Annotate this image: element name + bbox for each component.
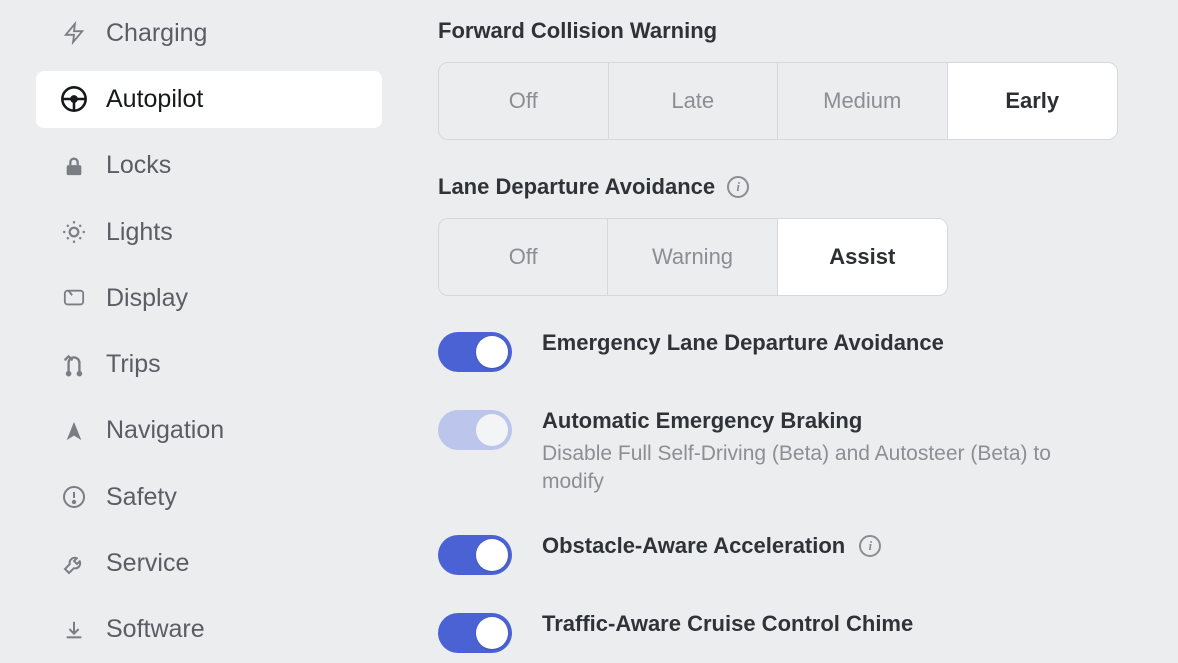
- fcw-option-late[interactable]: Late: [609, 63, 779, 139]
- oaa-toggle[interactable]: [438, 535, 512, 575]
- tacc-toggle[interactable]: [438, 613, 512, 653]
- aeb-row: Automatic Emergency Braking Disable Full…: [438, 408, 1118, 497]
- oaa-title: Obstacle-Aware Acceleration: [542, 533, 845, 559]
- sidebar-item-label: Navigation: [106, 416, 224, 445]
- lda-segmented: Off Warning Assist: [438, 218, 948, 296]
- main-panel: Forward Collision Warning Off Late Mediu…: [400, 0, 1178, 663]
- aeb-toggle: [438, 410, 512, 450]
- fcw-title: Forward Collision Warning: [438, 18, 717, 44]
- elda-row: Emergency Lane Departure Avoidance: [438, 330, 1118, 372]
- sidebar-item-label: Locks: [106, 151, 171, 180]
- sidebar-item-label: Service: [106, 549, 189, 578]
- lda-option-warning[interactable]: Warning: [608, 219, 777, 295]
- lda-option-off[interactable]: Off: [439, 219, 608, 295]
- sidebar-item-label: Display: [106, 284, 188, 313]
- sidebar-item-safety[interactable]: Safety: [36, 469, 382, 525]
- fcw-option-early[interactable]: Early: [948, 63, 1118, 139]
- bulb-icon: [58, 219, 90, 245]
- lda-section: Lane Departure Avoidance i Off Warning A…: [438, 174, 1118, 296]
- sidebar-item-lights[interactable]: Lights: [36, 204, 382, 260]
- tacc-row: Traffic-Aware Cruise Control Chime: [438, 611, 1118, 653]
- info-icon[interactable]: i: [727, 176, 749, 198]
- lda-option-assist[interactable]: Assist: [778, 219, 947, 295]
- display-icon: [58, 287, 90, 309]
- sidebar-item-autopilot[interactable]: Autopilot: [36, 71, 382, 127]
- sidebar-item-navigation[interactable]: Navigation: [36, 403, 382, 459]
- fcw-option-off[interactable]: Off: [439, 63, 609, 139]
- wrench-icon: [58, 552, 90, 576]
- sidebar-item-label: Safety: [106, 483, 177, 512]
- fcw-segmented: Off Late Medium Early: [438, 62, 1118, 140]
- oaa-row: Obstacle-Aware Acceleration i: [438, 533, 1118, 575]
- elda-toggle[interactable]: [438, 332, 512, 372]
- info-icon[interactable]: i: [859, 535, 881, 557]
- elda-title: Emergency Lane Departure Avoidance: [542, 330, 944, 356]
- steering-icon: [58, 85, 90, 113]
- sidebar-item-label: Lights: [106, 218, 173, 247]
- app-root: Charging Autopilot Locks Lights Display: [0, 0, 1178, 663]
- download-icon: [58, 618, 90, 642]
- aeb-subtitle: Disable Full Self-Driving (Beta) and Aut…: [542, 440, 1082, 497]
- sidebar-item-charging[interactable]: Charging: [36, 5, 382, 61]
- fcw-option-medium[interactable]: Medium: [778, 63, 948, 139]
- sidebar-item-label: Software: [106, 615, 205, 644]
- lock-icon: [58, 154, 90, 178]
- lda-title: Lane Departure Avoidance: [438, 174, 715, 200]
- tacc-title: Traffic-Aware Cruise Control Chime: [542, 611, 913, 637]
- aeb-title: Automatic Emergency Braking: [542, 408, 862, 434]
- route-icon: [58, 352, 90, 378]
- fcw-section: Forward Collision Warning Off Late Mediu…: [438, 18, 1118, 140]
- sidebar-item-trips[interactable]: Trips: [36, 336, 382, 392]
- sidebar-item-service[interactable]: Service: [36, 535, 382, 591]
- alert-circle-icon: [58, 485, 90, 509]
- sidebar-item-label: Trips: [106, 350, 161, 379]
- bolt-icon: [58, 20, 90, 46]
- sidebar-item-label: Autopilot: [106, 85, 203, 114]
- nav-arrow-icon: [58, 419, 90, 443]
- sidebar-item-display[interactable]: Display: [36, 270, 382, 326]
- sidebar-item-software[interactable]: Software: [36, 602, 382, 658]
- sidebar-item-label: Charging: [106, 19, 207, 48]
- sidebar-item-locks[interactable]: Locks: [36, 138, 382, 194]
- sidebar: Charging Autopilot Locks Lights Display: [0, 0, 400, 663]
